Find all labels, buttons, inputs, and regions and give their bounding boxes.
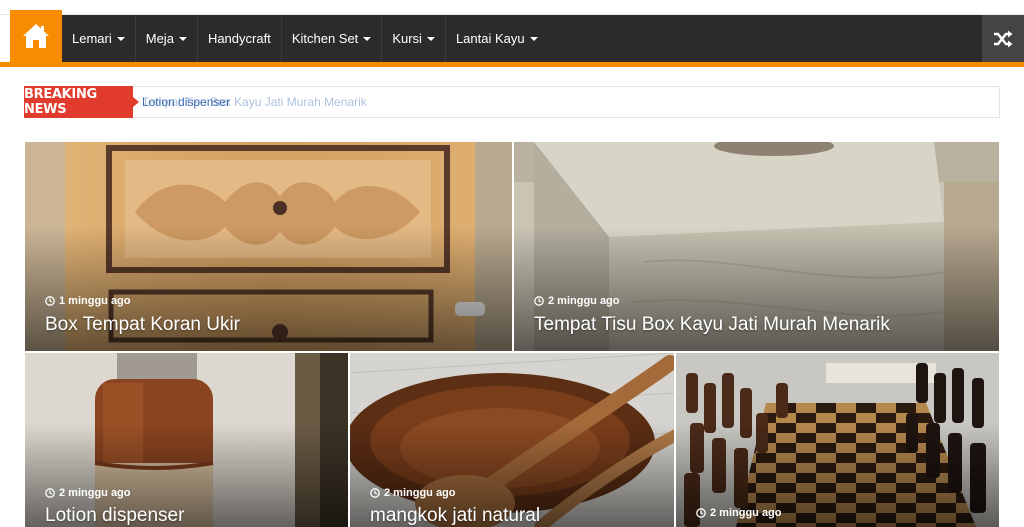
featured-post-5[interactable]: 2 minggu ago <box>676 353 999 527</box>
caret-down-icon <box>178 36 187 41</box>
clock-icon <box>696 508 706 518</box>
post-title[interactable]: Tempat Tisu Box Kayu Jati Murah Menarik <box>534 314 890 336</box>
caret-down-icon <box>363 36 372 41</box>
featured-post-1[interactable]: 1 minggu ago Box Tempat Koran Ukir <box>25 142 512 351</box>
caret-down-icon <box>116 36 125 41</box>
home-icon <box>23 24 49 48</box>
post-date-text: 2 minggu ago <box>59 487 131 499</box>
ticker-current-link[interactable]: Lotion dispenser <box>142 87 230 117</box>
menu-item-handycraft[interactable]: Handycraft <box>198 15 282 62</box>
top-strip <box>0 0 1024 15</box>
menu-item-label: Handycraft <box>207 31 271 46</box>
breaking-news-ticker: Tempat Tisu Box Kayu Jati Murah Menarik … <box>142 87 992 117</box>
caret-down-icon <box>426 36 435 41</box>
post-date: 2 minggu ago <box>45 487 131 499</box>
menu-item-meja[interactable]: Meja <box>136 15 198 62</box>
clock-icon <box>370 488 380 498</box>
post-title[interactable]: Lotion dispenser <box>45 505 184 527</box>
post-date-text: 2 minggu ago <box>384 487 456 499</box>
post-date-text: 2 minggu ago <box>710 507 782 519</box>
post-title[interactable]: mangkok jati natural <box>370 505 540 527</box>
top-navigation: Lemari Meja Handycraft Kitchen Set Kursi… <box>0 0 1024 68</box>
clock-icon <box>45 488 55 498</box>
shuffle-icon <box>994 30 1013 47</box>
post-date: 1 minggu ago <box>45 295 131 307</box>
breaking-news-label: Breaking News <box>24 86 139 118</box>
clock-icon <box>45 296 55 306</box>
menu-item-lantai-kayu[interactable]: Lantai Kayu <box>446 15 548 62</box>
caret-down-icon <box>529 36 538 41</box>
menu-item-label: Kursi <box>392 31 422 46</box>
featured-post-4[interactable]: 2 minggu ago mangkok jati natural <box>350 353 674 527</box>
home-button[interactable] <box>10 10 62 62</box>
featured-post-3[interactable]: 2 minggu ago Lotion dispenser <box>25 353 348 527</box>
random-post-button[interactable] <box>982 15 1024 62</box>
post-title[interactable]: Box Tempat Koran Ukir <box>45 314 240 336</box>
post-date: 2 minggu ago <box>370 487 456 499</box>
menu-item-kursi[interactable]: Kursi <box>382 15 446 62</box>
menu-item-kitchen-set[interactable]: Kitchen Set <box>282 15 383 62</box>
menu-item-label: Lantai Kayu <box>455 31 525 46</box>
menu-item-lemari[interactable]: Lemari <box>62 15 136 62</box>
menu-item-label: Meja <box>145 31 174 46</box>
post-date-text: 2 minggu ago <box>548 295 620 307</box>
menu-item-label: Lemari <box>72 31 112 46</box>
nav-accent-line <box>0 62 1024 67</box>
post-date: 2 minggu ago <box>696 507 782 519</box>
post-date: 2 minggu ago <box>534 295 620 307</box>
clock-icon <box>534 296 544 306</box>
post-date-text: 1 minggu ago <box>59 295 131 307</box>
breaking-news-bar: Breaking News Tempat Tisu Box Kayu Jati … <box>24 86 1000 118</box>
menu-item-label: Kitchen Set <box>291 31 359 46</box>
featured-post-2[interactable]: 2 minggu ago Tempat Tisu Box Kayu Jati M… <box>514 142 999 351</box>
main-menu: Lemari Meja Handycraft Kitchen Set Kursi… <box>62 15 548 62</box>
